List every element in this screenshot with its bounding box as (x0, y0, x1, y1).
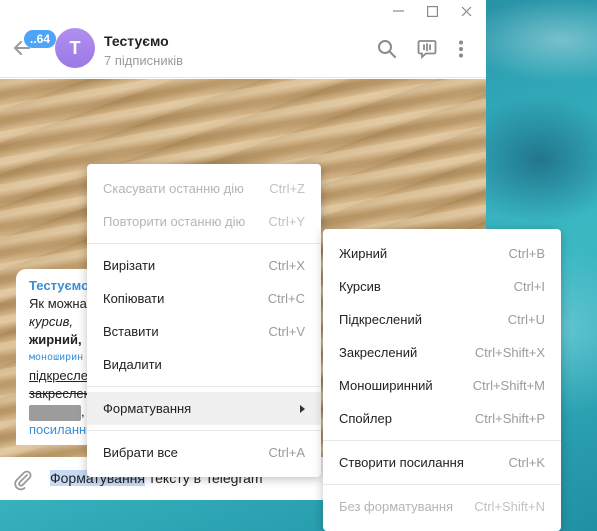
title-bar (0, 0, 486, 22)
context-menu: Скасувати останню дію Ctrl+Z Повторити о… (87, 164, 321, 477)
menu-item-label: Жирний (339, 246, 388, 261)
menu-item-label: Вставити (103, 324, 159, 339)
menu-item-delete[interactable]: Видалити (87, 348, 321, 381)
menu-separator (87, 386, 321, 387)
format-item-underline[interactable]: Підкреслений Ctrl+U (323, 303, 561, 336)
menu-separator (87, 243, 321, 244)
menu-item-shortcut: Ctrl+B (508, 246, 545, 261)
menu-item-label: Курсив (339, 279, 381, 294)
menu-item-shortcut: Ctrl+X (268, 258, 305, 273)
paperclip-icon (14, 470, 32, 491)
more-vertical-icon (459, 40, 463, 58)
maximize-button[interactable] (415, 0, 449, 22)
menu-item-copy[interactable]: Копіювати Ctrl+C (87, 282, 321, 315)
format-item-spoiler[interactable]: Спойлер Ctrl+Shift+P (323, 402, 561, 435)
menu-item-label: Копіювати (103, 291, 165, 306)
menu-item-label: Вирізати (103, 258, 156, 273)
minimize-icon (392, 10, 404, 12)
menu-item-shortcut: Ctrl+Shift+X (474, 345, 545, 360)
channel-avatar[interactable]: Т (55, 28, 95, 68)
spoiler-block[interactable] (29, 404, 81, 421)
menu-item-shortcut: Ctrl+Shift+M (472, 378, 545, 393)
menu-item-formatting[interactable]: Форматування (87, 392, 321, 425)
menu-item-label: Видалити (103, 357, 162, 372)
menu-separator (323, 440, 561, 441)
menu-item-shortcut: Ctrl+I (513, 279, 545, 294)
formatting-submenu: Жирний Ctrl+B Курсив Ctrl+I Підкреслений… (323, 229, 561, 531)
menu-item-redo[interactable]: Повторити останню дію Ctrl+Y (87, 205, 321, 238)
menu-item-shortcut: Ctrl+Z (269, 181, 305, 196)
menu-item-paste[interactable]: Вставити Ctrl+V (87, 315, 321, 348)
more-button[interactable] (450, 38, 472, 60)
menu-item-label: Закреслений (339, 345, 418, 360)
format-item-strikethrough[interactable]: Закреслений Ctrl+Shift+X (323, 336, 561, 369)
format-item-create-link[interactable]: Створити посилання Ctrl+K (323, 446, 561, 479)
menu-item-label: Повторити останню дію (103, 214, 246, 229)
chat-header: ..64 Т Тестуємо 7 підписників (0, 22, 486, 78)
attach-button[interactable] (12, 469, 34, 491)
chat-bubble-icon (417, 40, 437, 59)
menu-item-shortcut: Ctrl+U (507, 312, 545, 327)
message-comma: , (81, 404, 85, 419)
menu-item-select-all[interactable]: Вибрати все Ctrl+A (87, 436, 321, 469)
submenu-arrow-icon (300, 405, 305, 413)
menu-item-label: Спойлер (339, 411, 392, 426)
menu-item-shortcut: Ctrl+C (267, 291, 305, 306)
channel-subtitle: 7 підписників (104, 53, 184, 68)
format-item-clear-formatting[interactable]: Без форматування Ctrl+Shift+N (323, 490, 561, 523)
menu-item-shortcut: Ctrl+Shift+P (474, 411, 545, 426)
unread-badge: ..64 (24, 30, 57, 48)
search-icon (378, 40, 396, 58)
menu-item-shortcut: Ctrl+Y (268, 214, 305, 229)
close-button[interactable] (449, 0, 483, 22)
menu-item-label: Підкреслений (339, 312, 422, 327)
menu-item-shortcut: Ctrl+K (508, 455, 545, 470)
menu-item-shortcut: Ctrl+A (268, 445, 305, 460)
menu-item-shortcut: Ctrl+Shift+N (474, 499, 545, 514)
menu-item-label: Вибрати все (103, 445, 178, 460)
channel-title[interactable]: Тестуємо (104, 33, 169, 49)
menu-item-undo[interactable]: Скасувати останню дію Ctrl+Z (87, 172, 321, 205)
menu-separator (323, 484, 561, 485)
menu-item-cut[interactable]: Вирізати Ctrl+X (87, 249, 321, 282)
menu-item-label: Форматування (103, 401, 192, 416)
maximize-icon (426, 5, 438, 17)
format-item-bold[interactable]: Жирний Ctrl+B (323, 237, 561, 270)
comments-button[interactable] (416, 38, 438, 60)
format-item-monospace[interactable]: Моноширинний Ctrl+Shift+M (323, 369, 561, 402)
menu-item-label: Скасувати останню дію (103, 181, 244, 196)
minimize-button[interactable] (381, 0, 415, 22)
search-button[interactable] (376, 38, 398, 60)
menu-item-label: Моноширинний (339, 378, 433, 393)
close-icon (461, 6, 471, 16)
menu-item-label: Створити посилання (339, 455, 464, 470)
menu-separator (87, 430, 321, 431)
menu-item-shortcut: Ctrl+V (268, 324, 305, 339)
format-item-italic[interactable]: Курсив Ctrl+I (323, 270, 561, 303)
menu-item-label: Без форматування (339, 499, 454, 514)
